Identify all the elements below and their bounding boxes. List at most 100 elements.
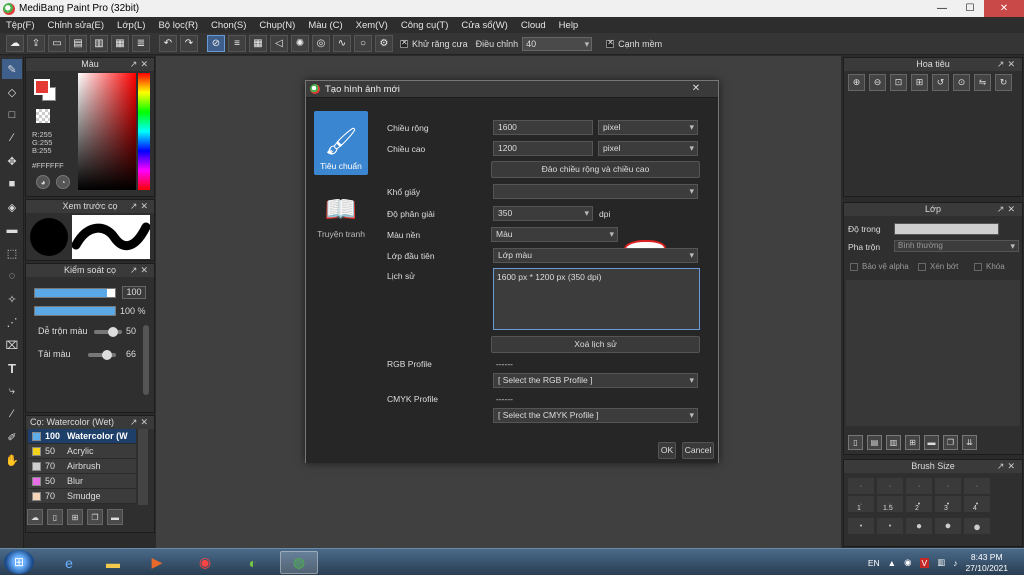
rgb-profile-select[interactable]: [ Select the RGB Profile ] bbox=[493, 373, 698, 388]
volume-icon[interactable]: ♪ bbox=[953, 558, 957, 568]
width-unit-select[interactable]: pixel bbox=[598, 120, 698, 135]
history-list[interactable]: 1600 px * 1200 px (350 dpi) bbox=[493, 268, 700, 330]
menu-filter[interactable]: Bộ lọc(R) bbox=[158, 20, 198, 31]
tray-vivaldi-icon[interactable]: V bbox=[919, 557, 930, 568]
folder-icon[interactable]: ▬ bbox=[107, 509, 123, 525]
brush-tool-icon[interactable]: ✎ bbox=[2, 59, 22, 79]
select-rect-icon[interactable]: ⬚ bbox=[2, 243, 22, 263]
actual-size-icon[interactable]: ⊞ bbox=[911, 74, 928, 91]
text-tool-icon[interactable]: T bbox=[2, 358, 22, 378]
rect-tool-icon[interactable]: □ bbox=[2, 105, 22, 125]
settings-gear-icon[interactable]: ⚙ bbox=[375, 35, 393, 52]
menu-tools[interactable]: Công cụ(T) bbox=[401, 20, 449, 31]
protect-alpha-toggle[interactable]: Bảo vệ alpha bbox=[850, 262, 909, 271]
brush-item[interactable]: 50 Acrylic bbox=[28, 444, 136, 459]
mode-comic-button[interactable]: 📖 Truyện tranh bbox=[314, 179, 368, 243]
panel-controls-icon[interactable]: ↗✕ bbox=[130, 58, 151, 71]
maximize-button[interactable]: ☐ bbox=[956, 0, 984, 17]
saturation-value-picker[interactable] bbox=[78, 73, 136, 190]
curve-snap-icon[interactable]: ∿ bbox=[333, 35, 351, 52]
windows-start-icon[interactable]: ⊞ bbox=[4, 550, 34, 574]
magic-wand-icon[interactable]: ✧ bbox=[2, 289, 22, 309]
brush-item[interactable]: 50 Blur bbox=[28, 474, 136, 489]
redo-icon[interactable]: ↷ bbox=[180, 35, 198, 52]
minimize-button[interactable]: — bbox=[928, 0, 956, 17]
brush-size-cell[interactable]: · bbox=[848, 478, 874, 494]
hand-tool-icon[interactable]: ✋ bbox=[2, 450, 22, 470]
transparent-color-swatch[interactable] bbox=[36, 109, 50, 123]
height-input[interactable]: 1200 bbox=[493, 141, 593, 156]
panel-controls-icon[interactable]: ↗✕ bbox=[130, 416, 151, 429]
select-eraser-icon[interactable]: ⌧ bbox=[2, 335, 22, 355]
new-brush-icon[interactable]: ▯ bbox=[47, 509, 63, 525]
color-history-icon[interactable]: ◔ bbox=[56, 175, 70, 189]
new-8bit-layer-icon[interactable]: ▥ bbox=[886, 435, 901, 450]
grid-page-icon[interactable]: ▦ bbox=[111, 35, 129, 52]
load-slider[interactable] bbox=[88, 350, 116, 360]
antialias-checkbox[interactable] bbox=[400, 38, 408, 48]
layers-icon[interactable]: ≣ bbox=[132, 35, 150, 52]
network-icon[interactable]: ▥ bbox=[937, 557, 945, 568]
medibang-taskbar-icon[interactable]: ◍ bbox=[280, 551, 318, 574]
media-player-icon[interactable]: ▶ bbox=[138, 551, 176, 574]
line-tool-icon[interactable]: ∕ bbox=[2, 128, 22, 148]
panel-controls-icon[interactable]: ↗✕ bbox=[997, 460, 1018, 473]
add-layer-menu-icon[interactable]: ⊞ bbox=[905, 435, 920, 450]
perspective-snap-icon[interactable]: ◁ bbox=[270, 35, 288, 52]
parallel-snap-icon[interactable]: ≡ bbox=[228, 35, 246, 52]
dialog-close-button[interactable]: ✕ bbox=[680, 83, 712, 95]
eraser-tool-icon[interactable]: ◇ bbox=[2, 82, 22, 102]
page-icon[interactable]: ▥ bbox=[90, 35, 108, 52]
palette-icon[interactable]: ◕ bbox=[36, 175, 50, 189]
undo-icon[interactable]: ↶ bbox=[159, 35, 177, 52]
brush-list-scrollbar[interactable] bbox=[138, 429, 148, 505]
copy-brush-icon[interactable]: ❐ bbox=[87, 509, 103, 525]
radial-snap-icon[interactable]: ✺ bbox=[291, 35, 309, 52]
bucket-tool-icon[interactable]: ◈ bbox=[2, 197, 22, 217]
new-halftone-layer-icon[interactable]: ▤ bbox=[867, 435, 882, 450]
width-input[interactable]: 1600 bbox=[493, 120, 593, 135]
comment-icon[interactable]: ▭ bbox=[48, 35, 66, 52]
brush-size-value[interactable]: 100 bbox=[122, 286, 146, 299]
swap-dimensions-button[interactable]: Đảo chiều rộng và chiều cao bbox=[491, 161, 700, 178]
cmyk-profile-select[interactable]: [ Select the CMYK Profile ] bbox=[493, 408, 698, 423]
menu-cloud[interactable]: Cloud bbox=[521, 20, 546, 31]
height-unit-select[interactable]: pixel bbox=[598, 141, 698, 156]
lasso-tool-icon[interactable]: ◌ bbox=[2, 266, 22, 286]
menu-window[interactable]: Cửa sổ(W) bbox=[461, 20, 507, 31]
fit-icon[interactable]: ⊡ bbox=[890, 74, 907, 91]
brush-size-cell[interactable]: · bbox=[964, 478, 990, 494]
lock-toggle[interactable]: Khóa bbox=[974, 262, 1005, 271]
clear-history-button[interactable]: Xoá lịch sử bbox=[491, 336, 700, 353]
ok-button[interactable]: OK bbox=[658, 442, 676, 459]
move-tool-icon[interactable]: ✥ bbox=[2, 151, 22, 171]
document-icon[interactable]: ▤ bbox=[69, 35, 87, 52]
blend-mode-select[interactable]: Bình thường bbox=[894, 240, 1019, 252]
brush-size-cell[interactable]: ● bbox=[935, 518, 961, 534]
panel-controls-icon[interactable]: ↗✕ bbox=[130, 264, 151, 277]
reset-rotate-icon[interactable]: ⊙ bbox=[953, 74, 970, 91]
brush-size-cell[interactable]: • bbox=[906, 496, 932, 512]
sharpen-checkbox[interactable] bbox=[606, 38, 615, 48]
cloud-brush-icon[interactable]: ☁ bbox=[27, 509, 43, 525]
brush-item[interactable]: 70 Airbrush bbox=[28, 459, 136, 474]
gradient-tool-icon[interactable]: ▬ bbox=[2, 220, 22, 240]
sharpen-toggle[interactable]: Cạnh mềm bbox=[606, 38, 662, 49]
file-explorer-icon[interactable]: ▬ bbox=[94, 551, 132, 574]
rotate-left-icon[interactable]: ↺ bbox=[932, 74, 949, 91]
duplicate-layer-icon[interactable]: ❐ bbox=[943, 435, 958, 450]
zoom-out-icon[interactable]: ⊖ bbox=[869, 74, 886, 91]
brush-size-cell[interactable]: • bbox=[935, 496, 961, 512]
paper-size-select[interactable] bbox=[493, 184, 698, 199]
menu-file[interactable]: Tệp(F) bbox=[6, 20, 35, 31]
new-layer-icon[interactable]: ▯ bbox=[848, 435, 863, 450]
tray-arrow-icon[interactable]: ▲ bbox=[888, 558, 896, 568]
brush-item[interactable]: 100 Watercolor (W bbox=[28, 429, 136, 444]
foreground-color-swatch[interactable] bbox=[34, 79, 50, 95]
adjust-dropdown[interactable]: 40 bbox=[522, 36, 593, 51]
tray-app-icon[interactable]: ◉ bbox=[904, 557, 911, 568]
concentric-snap-icon[interactable]: ◎ bbox=[312, 35, 330, 52]
mode-standard-button[interactable]: 🖌 Tiêu chuẩn bbox=[314, 111, 368, 175]
close-window-button[interactable]: ✕ bbox=[984, 0, 1024, 17]
mix-slider[interactable] bbox=[94, 327, 122, 337]
